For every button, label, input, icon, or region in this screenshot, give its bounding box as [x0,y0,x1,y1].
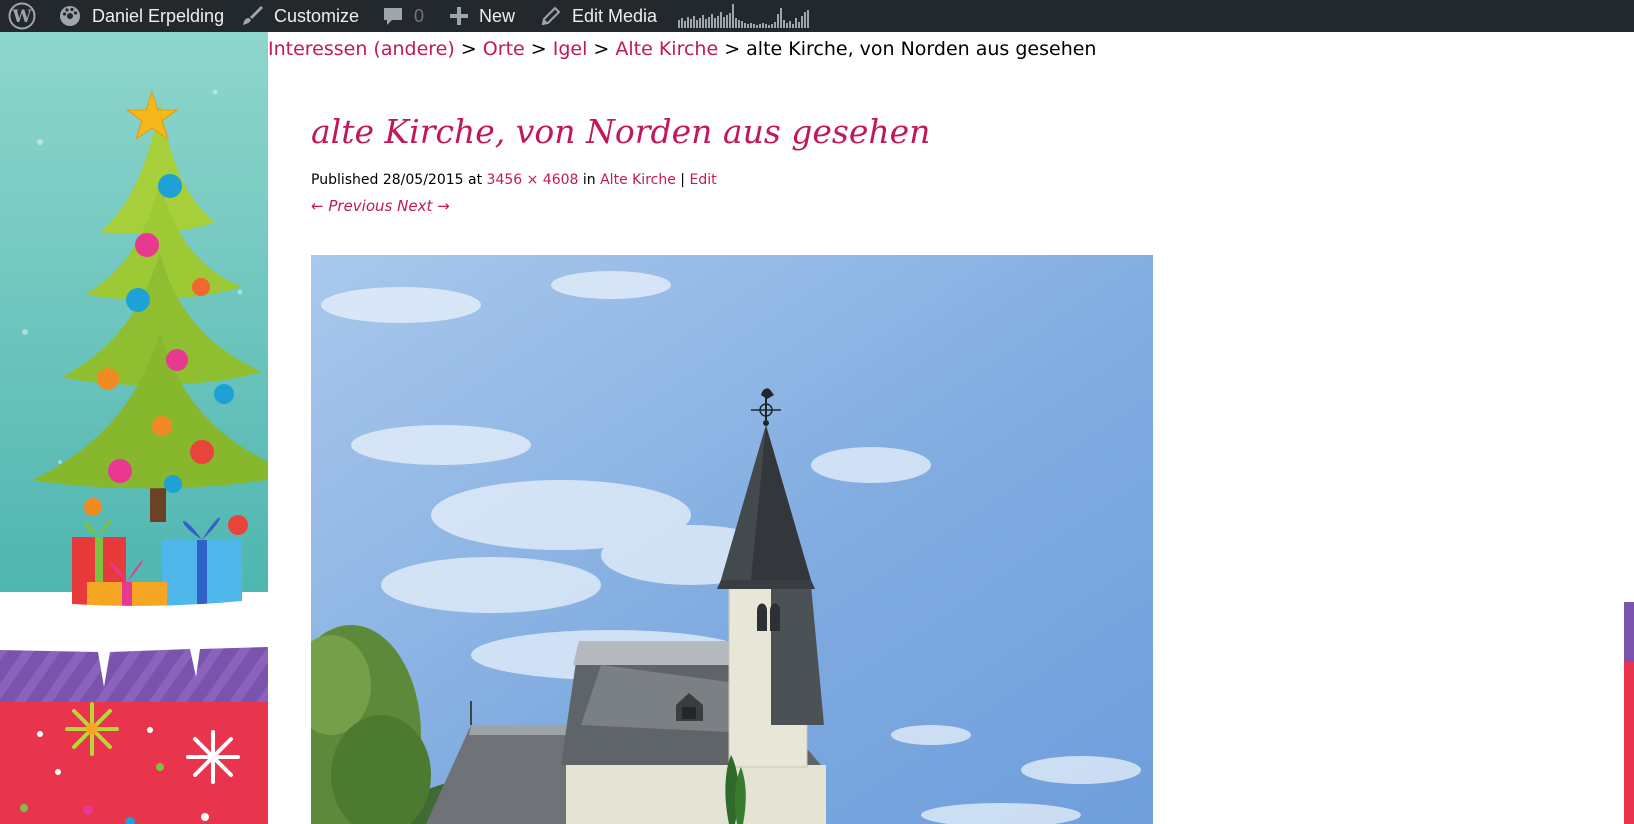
svg-text:W: W [11,7,32,27]
new-label: New [479,5,516,26]
page-title: alte Kirche, von Norden aus gesehen [311,112,931,151]
wordpress-logo-icon: W [8,2,36,30]
christmas-tree-gifts-background [0,32,268,824]
breadcrumb-link-interessen[interactable]: Interessen (andere) [268,38,455,60]
published-date: 28/05/2015 [382,172,464,188]
edit-media-button[interactable]: Edit Media [540,0,657,32]
church-photo [311,255,1153,824]
breadcrumb-separator: > [460,38,477,60]
breadcrumb-link-igel[interactable]: Igel [553,38,588,60]
arrow-left-icon: ← [311,197,324,215]
edit-link[interactable]: Edit [689,172,716,188]
edit-media-label: Edit Media [572,5,658,26]
customize-button[interactable]: Customize [240,0,359,32]
pencil-icon [541,6,561,26]
full-size-link[interactable]: 3456 × 4608 [487,172,579,188]
meta-divider: | [680,172,686,188]
comments-button[interactable]: 0 [382,0,424,32]
paintbrush-icon [243,6,263,25]
attachment-image[interactable] [311,255,1153,824]
christmas-tree-illustration [0,32,268,824]
arrow-right-icon: → [437,197,450,215]
breadcrumb-separator: > [530,38,547,60]
stats-sparkline-icon[interactable] [678,2,810,28]
user-name: Daniel Erpelding [92,5,225,26]
previous-image-link[interactable]: ← Previous [311,197,392,215]
comment-icon [384,8,402,25]
breadcrumb-link-orte[interactable]: Orte [483,38,525,60]
breadcrumb-current: alte Kirche, von Norden aus gesehen [746,38,1097,60]
breadcrumb: Interessen (andere) > Orte > Igel > Alte… [268,38,1096,60]
at-word: at [468,172,483,188]
breadcrumb-separator: > [724,38,741,60]
user-menu[interactable]: Daniel Erpelding [58,0,224,32]
in-word: in [582,172,596,188]
published-prefix: Published [311,172,379,188]
main-content: Interessen (andere) > Orte > Igel > Alte… [268,32,1624,824]
candy-cane-illustration [1624,32,1634,824]
admin-bar: W Daniel Erpelding Customize 0 New Edit … [0,0,1634,32]
wordpress-logo-button[interactable]: W [8,0,36,32]
previous-label: Previous [328,197,393,215]
entry-meta: Published 28/05/2015 at 3456 × 4608 in A… [311,172,717,188]
breadcrumb-link-alte-kirche[interactable]: Alte Kirche [615,38,718,60]
candy-cane-background [1624,32,1634,824]
customize-label: Customize [274,5,360,26]
image-navigation: ← Previous Next → [311,197,450,215]
comments-count: 0 [414,5,425,26]
next-label: Next [397,197,433,215]
new-content-button[interactable]: New [449,0,515,32]
parent-post-link[interactable]: Alte Kirche [600,172,676,188]
plus-icon [450,7,468,25]
next-image-link[interactable]: Next → [397,197,450,215]
breadcrumb-separator: > [593,38,610,60]
dashboard-icon [60,6,80,26]
